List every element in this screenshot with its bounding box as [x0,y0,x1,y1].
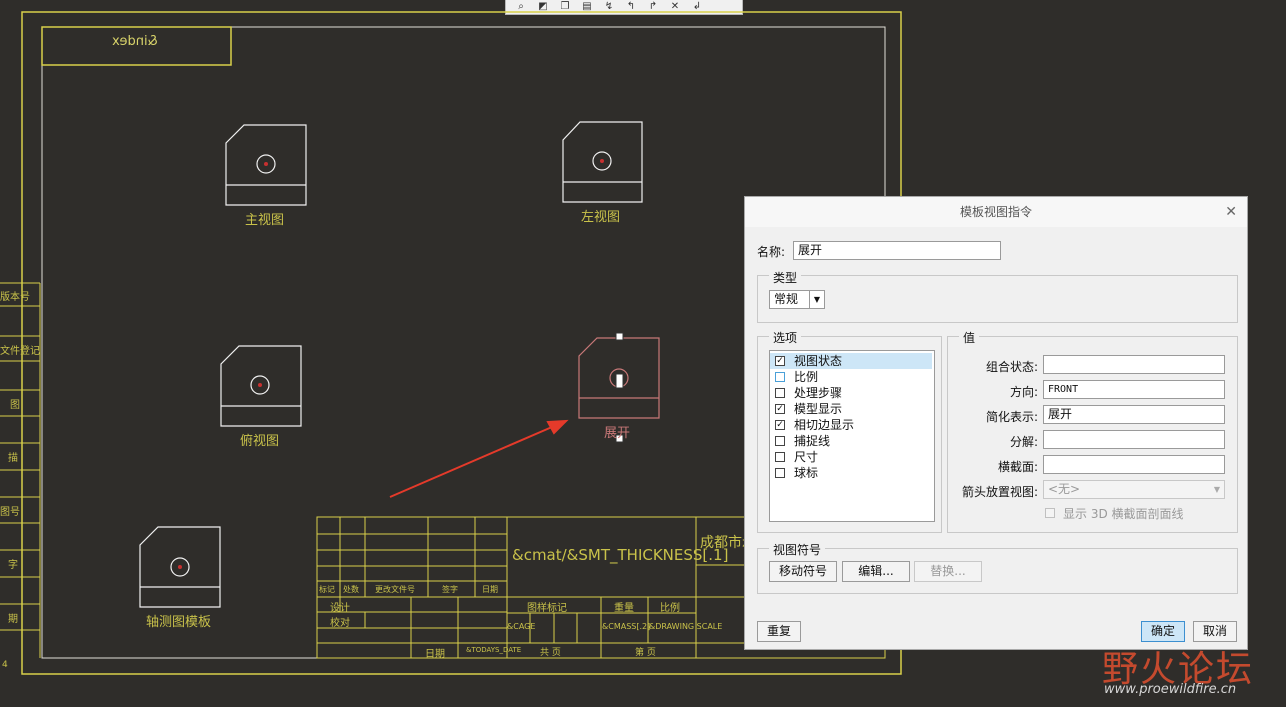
cross-section-label: 横截面: [997,460,1038,474]
checkbox-tangent-edge[interactable]: ✓ [775,420,785,430]
combo-state-label: 组合状态: [985,360,1038,374]
show-3d-label: 显示 3D 横截面剖面线 [1063,507,1184,521]
chevron-down-icon: ▼ [809,291,824,308]
option-view-state[interactable]: ✓ 视图状态 [770,353,932,369]
options-list: ✓ 视图状态 比例 处理步骤 ✓ 模型显示 ✓ 相切边显示 捕捉线 尺寸 球标 [769,350,935,522]
reset-button[interactable]: 重复 [757,621,801,642]
watermark-url: www.proewildfire.cn [1104,682,1237,697]
check-label: 校对 [330,618,350,629]
orientation-label: 方向: [1009,385,1038,399]
fmt-field: &TODAYS_DATE [466,646,522,654]
checkbox-process-step[interactable] [775,388,785,398]
left-label-1: 文件登记 [0,346,40,357]
arrow-view-value: <无> [1048,482,1081,496]
checkbox-dimension[interactable] [775,452,785,462]
checkbox-snap-line[interactable] [775,436,785,446]
option-process-step[interactable]: 处理步骤 [770,385,944,401]
dialog-title: 模板视图指令 [745,197,1247,227]
main-view-label: 主视图 [245,213,285,228]
left-label-0: 版本号 [0,292,30,303]
mass-field: &CMASS[.2] [602,622,651,631]
template-view-dialog: 模板视图指令 ✕ 名称: 展开 类型 常规 ▼ 选项 ✓ 视图状态 比例 处理步… [744,196,1248,650]
left-view-label: 左视图 [581,210,621,225]
stage-header: 图样标记 [527,603,567,614]
type-group-label: 类型 [769,269,802,286]
name-label: 名称: [757,245,786,259]
selection-handle-center [615,373,624,389]
option-label: 视图状态 [794,354,843,368]
replace-button[interactable]: 替换... [914,561,982,582]
value-group-label: 值 [959,329,980,346]
left-label-4: 图号 [0,507,20,518]
option-model-display[interactable]: ✓ 模型显示 [770,401,944,417]
explode-label: 分解: [1009,435,1038,449]
option-tangent-edge[interactable]: ✓ 相切边显示 [770,417,944,433]
checkbox-balloon[interactable] [775,468,785,478]
chevron-down-icon: ▼ [1213,485,1221,494]
type-select[interactable]: 常规 ▼ [769,290,825,309]
simplified-label: 简化表示: [985,410,1038,424]
option-scale[interactable]: 比例 [770,369,944,385]
rev-date: 日期 [482,585,498,594]
rev-doc: 更改文件号 [375,585,415,594]
cage-field: &CAGE [507,622,536,631]
name-input[interactable]: 展开 [793,241,1001,260]
left-strip [0,282,41,658]
option-label: 处理步骤 [794,386,843,400]
flat-view-label: 展开 [604,426,631,441]
option-label: 模型显示 [794,402,843,416]
orientation-input[interactable]: FRONT [1043,380,1225,399]
type-select-value: 常规 [774,292,799,306]
material-field: &cmat/&SMT_THICKNESS[.1] [512,546,729,564]
option-label: 相切边显示 [794,418,855,432]
option-snap-line[interactable]: 捕捉线 [770,433,944,449]
left-label-3: 描 [8,453,18,464]
corner-number: 4 [2,660,8,670]
checkbox-model-display[interactable]: ✓ [775,404,785,414]
checkbox-scale[interactable] [775,372,785,382]
move-symbol-button[interactable]: 移动符号 [769,561,837,582]
left-label-6: 期 [8,614,18,625]
option-label: 捕捉线 [794,434,831,448]
approve-label: 日期 [425,649,445,660]
sheet-page: 第 页 [635,648,656,658]
cross-section-input[interactable] [1043,455,1225,474]
option-label: 球标 [794,466,819,480]
arrow-view-select[interactable]: <无> ▼ [1043,480,1225,499]
checkbox-view-state[interactable]: ✓ [775,356,785,366]
option-dimension[interactable]: 尺寸 [770,449,944,465]
design-label: 设计 [330,603,350,614]
rev-sign: 签字 [442,585,458,594]
symbol-group-label: 视图符号 [769,541,826,558]
cancel-button[interactable]: 取消 [1193,621,1237,642]
scale-field: &DRAWING SCALE [649,622,723,631]
left-label-2: 图 [10,400,20,411]
simplified-input[interactable]: 展开 [1043,405,1225,424]
index-label: &index [112,34,158,49]
close-icon[interactable]: ✕ [1225,204,1237,220]
combo-state-input[interactable] [1043,355,1225,374]
scale-header: 比例 [660,603,680,614]
top-view-label: 俯视图 [240,434,280,449]
option-label: 比例 [794,370,819,384]
rev-count: 处数 [343,585,359,594]
iso-view-label: 轴测图模板 [146,615,212,630]
type-group [757,275,1238,323]
selection-handle-top [615,332,624,341]
options-group-label: 选项 [769,329,802,346]
option-balloon[interactable]: 球标 [770,465,944,481]
option-label: 尺寸 [794,450,819,464]
left-label-5: 字 [8,560,18,571]
rev-mark: 标记 [319,585,335,594]
weight-header: 重量 [614,603,634,614]
sheet-total: 共 页 [540,648,561,658]
edit-button[interactable]: 编辑... [842,561,910,582]
explode-input[interactable] [1043,430,1225,449]
ok-button[interactable]: 确定 [1141,621,1185,642]
arrow-view-label: 箭头放置视图: [961,485,1038,499]
show-3d-checkbox[interactable] [1045,508,1055,518]
